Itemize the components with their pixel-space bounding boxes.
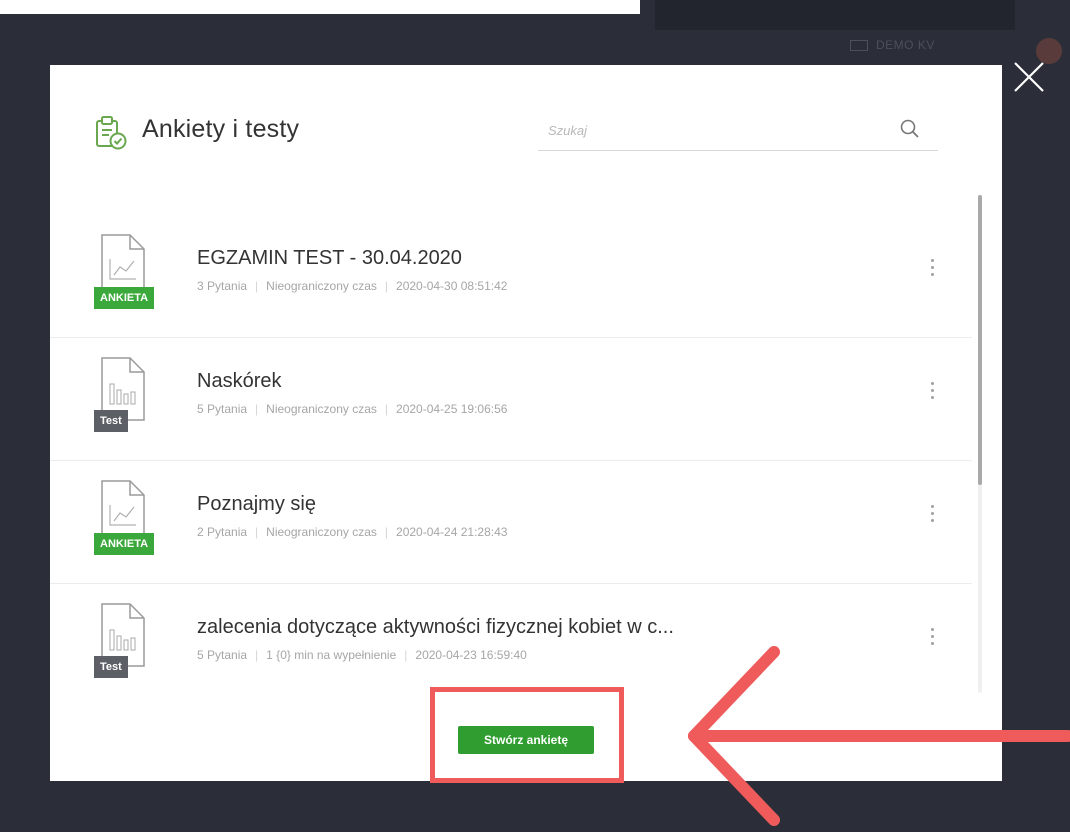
background-panel	[0, 0, 640, 14]
scrollbar-thumb[interactable]	[978, 195, 982, 485]
more-options-icon[interactable]	[920, 255, 944, 285]
item-date: 2020-04-30 08:51:42	[396, 279, 508, 293]
status-badge: Test	[94, 656, 128, 678]
item-title[interactable]: zalecenia dotyczące aktywności fizycznej…	[197, 616, 674, 639]
item-title[interactable]: EGZAMIN TEST - 30.04.2020	[197, 247, 462, 270]
line-chart-file-icon: ANKIETA	[94, 479, 155, 555]
item-meta: 2 Pytania | Nieograniczony czas | 2020-04-24…	[197, 525, 507, 539]
item-questions: 3 Pytania	[197, 279, 248, 293]
screen-icon	[850, 40, 868, 52]
search-box	[538, 109, 938, 151]
more-options-icon[interactable]	[920, 378, 944, 408]
list-item[interactable]: ANKIETA Poznajmy się 2 Pytania | Nieograni…	[50, 461, 972, 584]
survey-list: ANKIETA EGZAMIN TEST - 30.04.2020 3 Pyta…	[50, 215, 972, 693]
status-badge: ANKIETA	[94, 287, 155, 309]
background-toolbar	[655, 0, 1015, 30]
item-questions: 5 Pytania	[197, 402, 248, 416]
item-time: Nieograniczony czas	[266, 525, 377, 539]
separator: |	[384, 525, 389, 539]
search-input[interactable]	[548, 117, 888, 143]
item-time: Nieograniczony czas	[266, 279, 377, 293]
create-survey-button[interactable]: Stwórz ankietę	[458, 726, 594, 754]
item-questions: 5 Pytania	[197, 648, 248, 662]
bar-chart-file-icon: Test	[94, 356, 154, 432]
separator: |	[384, 279, 389, 293]
item-meta: 5 Pytania | Nieograniczony czas | 2020-04-25…	[197, 402, 507, 416]
more-options-icon[interactable]	[920, 501, 944, 531]
separator: |	[404, 648, 408, 662]
item-time: 1 {0} min na wypełnienie	[266, 648, 397, 662]
search-icon[interactable]	[898, 117, 922, 141]
page-title: Ankiety i testy	[142, 115, 300, 143]
list-item[interactable]: Test Naskórek 5 Pytania | Nieograniczony c…	[50, 338, 972, 461]
list-item[interactable]: ANKIETA EGZAMIN TEST - 30.04.2020 3 Pyta…	[50, 215, 972, 338]
item-date: 2020-04-25 19:06:56	[396, 402, 508, 416]
pointer-arrow-icon	[680, 640, 1070, 830]
item-time: Nieograniczony czas	[266, 402, 377, 416]
item-meta: 5 Pytania | 1 {0} min na wypełnienie | 2020-…	[197, 648, 527, 662]
separator: |	[255, 402, 259, 416]
separator: |	[384, 402, 389, 416]
item-title[interactable]: Poznajmy się	[197, 493, 316, 516]
separator: |	[255, 525, 259, 539]
item-date: 2020-04-24 21:28:43	[396, 525, 508, 539]
item-date: 2020-04-23 16:59:40	[415, 648, 527, 662]
separator: |	[255, 648, 259, 662]
line-chart-file-icon: ANKIETA	[94, 233, 155, 309]
item-meta: 3 Pytania | Nieograniczony czas | 2020-04-30…	[197, 279, 507, 293]
item-title[interactable]: Naskórek	[197, 370, 281, 393]
separator: |	[255, 279, 259, 293]
modal-header: Ankiety i testy	[50, 65, 1002, 177]
clipboard-check-icon	[94, 115, 128, 151]
item-questions: 2 Pytania	[197, 525, 248, 539]
close-icon[interactable]	[1008, 58, 1048, 98]
background-user-label: DEMO KV	[850, 38, 935, 52]
scrollbar[interactable]	[978, 195, 982, 693]
status-badge: Test	[94, 410, 128, 432]
status-badge: ANKIETA	[94, 533, 155, 555]
bar-chart-file-icon: Test	[94, 602, 154, 678]
